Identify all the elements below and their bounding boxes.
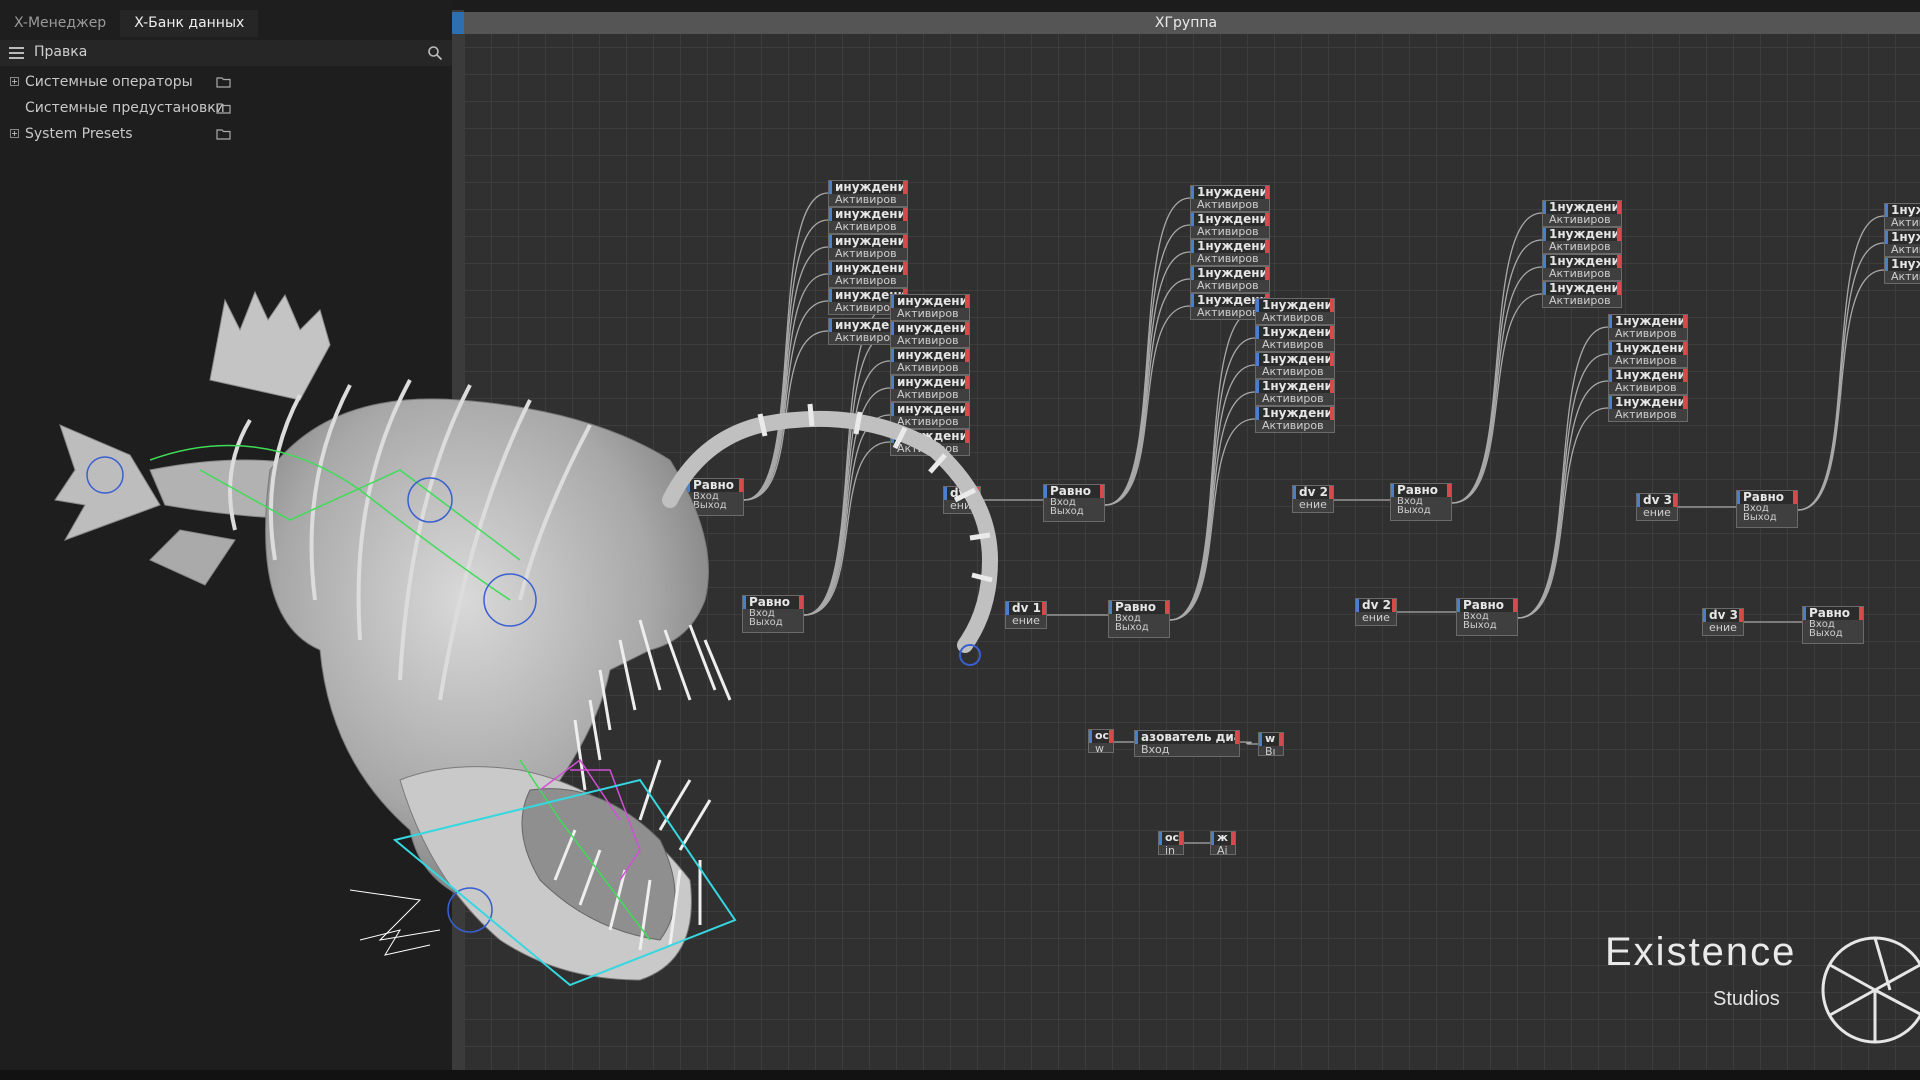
brand-name: Existence	[1605, 930, 1797, 974]
bottom-status-bar	[0, 1070, 1920, 1080]
existence-studios-watermark: Existence Studios	[1605, 930, 1920, 1044]
aperture-logo-icon	[1821, 936, 1920, 1044]
brand-sub: Studios	[1713, 988, 1780, 1010]
anglerfish-3d-model	[54, 290, 999, 987]
